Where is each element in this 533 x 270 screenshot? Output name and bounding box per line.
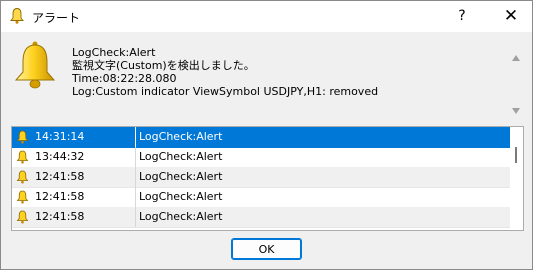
column-divider	[135, 147, 136, 167]
bell-icon	[16, 170, 29, 184]
message-line: Log:Custom indicator ViewSymbol USDJPY,H…	[72, 85, 379, 98]
alert-row[interactable]: 13:44:32 LogCheck:Alert	[12, 147, 510, 168]
scroll-up-arrow-icon[interactable]	[510, 52, 522, 64]
bell-icon	[16, 150, 29, 164]
alert-time: 14:31:14	[35, 130, 85, 143]
bell-icon	[10, 8, 24, 24]
message-area: LogCheck:Alert 監視文字(Custom)を検出しました。 Time…	[72, 46, 502, 98]
list-scrollbar[interactable]	[510, 127, 523, 230]
alert-row[interactable]: 14:31:14 LogCheck:Alert	[12, 127, 510, 148]
help-button[interactable]: ?	[447, 1, 477, 32]
scroll-down-arrow-icon[interactable]	[510, 105, 522, 117]
title-bar[interactable]: アラート ? ✕	[1, 1, 532, 32]
column-divider	[135, 167, 136, 187]
alert-time: 12:41:58	[35, 190, 85, 203]
message-line: Time:08:22:28.080	[72, 72, 177, 85]
ok-button[interactable]: OK	[231, 238, 302, 260]
bell-icon	[14, 41, 56, 89]
message-line: LogCheck:Alert	[72, 46, 156, 59]
alert-message: LogCheck:Alert	[139, 130, 223, 143]
alert-message: LogCheck:Alert	[139, 150, 223, 163]
alert-time: 12:41:58	[35, 210, 85, 223]
alert-list[interactable]: 14:31:14 LogCheck:Alert 13:44:32 LogChec…	[11, 126, 524, 231]
bell-icon	[16, 190, 29, 204]
alert-row[interactable]: 12:41:58 LogCheck:Alert	[12, 187, 510, 208]
bell-icon	[16, 210, 29, 224]
message-line: 監視文字(Custom)を検出しました。	[72, 59, 255, 72]
scrollbar-thumb[interactable]	[515, 147, 517, 163]
alert-message: LogCheck:Alert	[139, 210, 223, 223]
window-title: アラート	[32, 11, 81, 25]
column-divider	[135, 187, 136, 207]
alert-window: アラート ? ✕ LogCheck:Alert 監視文字(Custom)を検出し…	[0, 0, 533, 270]
bell-icon	[16, 130, 29, 144]
column-divider	[135, 127, 136, 147]
alert-message: LogCheck:Alert	[139, 170, 223, 183]
alert-row[interactable]: 12:41:58 LogCheck:Alert	[12, 167, 510, 188]
alert-time: 13:44:32	[35, 150, 85, 163]
alert-time: 12:41:58	[35, 170, 85, 183]
column-divider	[135, 207, 136, 227]
close-button[interactable]: ✕	[493, 1, 529, 32]
alert-row[interactable]: 12:41:58 LogCheck:Alert	[12, 207, 510, 228]
alert-message: LogCheck:Alert	[139, 190, 223, 203]
